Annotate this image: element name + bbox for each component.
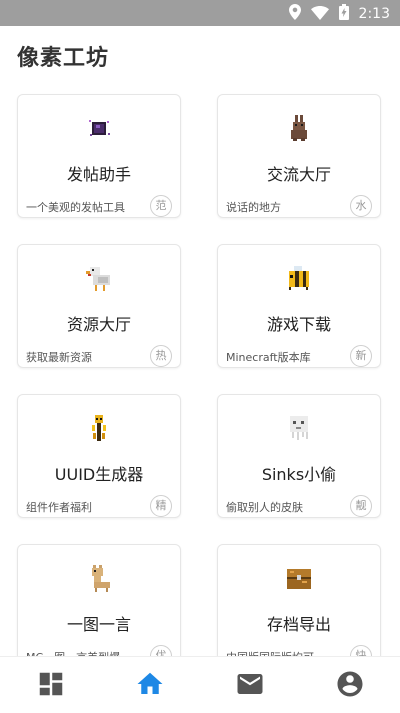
card-title: UUID生成器 — [54, 465, 144, 484]
card-description: 获取最新资源 — [26, 351, 92, 364]
ghast-icon — [290, 416, 308, 440]
rabbit-icon — [291, 115, 307, 141]
card-sinks-thief[interactable]: Sinks小偷 偷取别人的皮肤 靓 — [217, 394, 381, 518]
card-title: 发帖助手 — [66, 165, 131, 184]
card-tag: 水 — [350, 195, 372, 217]
home-icon — [137, 672, 163, 694]
bottom-navigation — [0, 656, 400, 713]
mail-icon — [237, 674, 263, 694]
card-tag: 靓 — [350, 495, 372, 517]
bee-icon — [289, 266, 309, 290]
card-description: 一个美观的发帖工具 — [26, 201, 125, 214]
card-title: 交流大厅 — [266, 165, 331, 184]
card-description: 组件作者福利 — [26, 501, 92, 514]
feature-grid: 发帖助手 一个美观的发帖工具 范 交流大厅 说话的地方 水 资源大厅 获取最新资… — [0, 0, 400, 712]
nav-account-tab[interactable] — [335, 669, 365, 699]
nav-home-tab[interactable] — [135, 669, 165, 699]
nav-dashboard-tab[interactable] — [36, 669, 66, 699]
llama-icon — [92, 565, 110, 592]
blaze-icon — [92, 415, 106, 441]
card-tag: 新 — [350, 345, 372, 367]
card-title: Sinks小偷 — [261, 465, 337, 484]
card-title: 游戏下载 — [266, 315, 331, 334]
card-chat-hall[interactable]: 交流大厅 说话的地方 水 — [217, 94, 381, 218]
card-game-download[interactable]: 游戏下载 Minecraft版本库 新 — [217, 244, 381, 368]
dashboard-icon — [39, 672, 63, 696]
account-icon — [337, 671, 363, 697]
card-title: 资源大厅 — [66, 315, 131, 334]
card-title: 一图一言 — [66, 615, 131, 634]
card-resource-hall[interactable]: 资源大厅 获取最新资源 热 — [17, 244, 181, 368]
chicken-icon — [86, 267, 110, 291]
card-description: Minecraft版本库 — [226, 351, 311, 364]
ender-pearl-icon — [89, 120, 110, 136]
card-tag: 精 — [150, 495, 172, 517]
nav-mail-tab[interactable] — [235, 669, 265, 699]
card-description: 说话的地方 — [226, 201, 281, 214]
card-save-export[interactable]: 存档导出 中国版国际版均可 快 — [217, 544, 381, 668]
card-title: 存档导出 — [266, 615, 331, 634]
card-one-image-one-quote[interactable]: 一图一言 MC一图一言美到爆 优 — [17, 544, 181, 668]
card-post-helper[interactable]: 发帖助手 一个美观的发帖工具 范 — [17, 94, 181, 218]
card-tag: 热 — [150, 345, 172, 367]
card-description: 偷取别人的皮肤 — [226, 501, 303, 514]
chest-icon — [287, 569, 311, 589]
card-uuid-generator[interactable]: UUID生成器 组件作者福利 精 — [17, 394, 181, 518]
card-tag: 范 — [150, 195, 172, 217]
